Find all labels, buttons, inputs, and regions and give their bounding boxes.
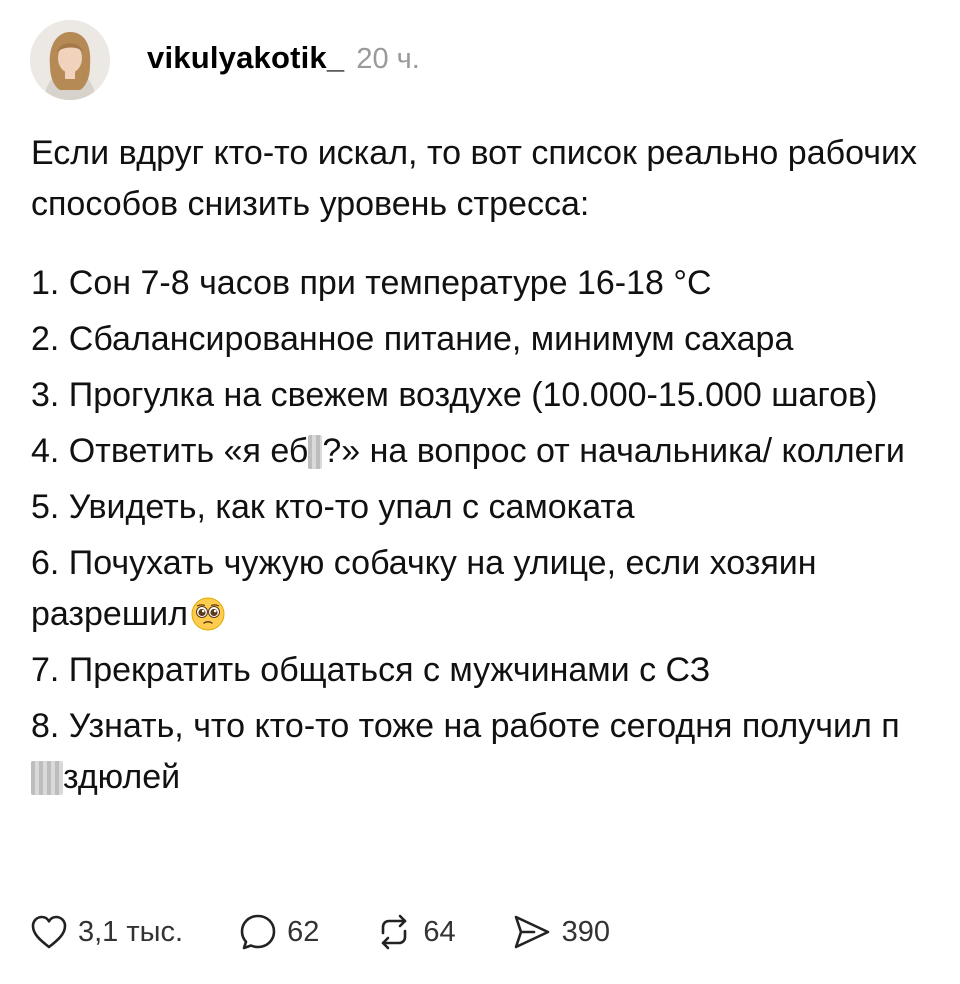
list-item: 4. Ответить «я еб ?» на вопрос от начальн… bbox=[31, 426, 931, 477]
censor-blur bbox=[31, 761, 63, 795]
list-item-text: здюлей bbox=[63, 758, 181, 796]
avatar[interactable] bbox=[30, 20, 110, 100]
list-item: 2. Сбалансированное питание, минимум сах… bbox=[31, 320, 794, 358]
repost-button[interactable]: 64 bbox=[375, 913, 456, 951]
send-icon bbox=[514, 915, 549, 949]
heart-icon bbox=[31, 915, 67, 949]
list-item: 6. Почухать чужую собачку на улице, если… bbox=[31, 538, 931, 640]
list-item-text: 6. Почухать чужую собачку на улице, если… bbox=[31, 544, 817, 633]
list-item: 3. Прогулка на свежем воздухе (10.000-15… bbox=[31, 376, 878, 414]
share-count: 390 bbox=[561, 915, 610, 948]
reply-count: 62 bbox=[287, 915, 320, 948]
list-item-text: 4. Ответить «я еб bbox=[31, 432, 309, 470]
list-item: 8. Узнать, что кто-то тоже на работе сег… bbox=[31, 701, 931, 803]
share-button[interactable]: 390 bbox=[512, 913, 610, 951]
post-card: vikulyakotik_ 20 ч. Если вдруг кто-то ис… bbox=[0, 0, 960, 984]
list-item: 1. Сон 7-8 часов при температуре 16-18 °… bbox=[31, 264, 712, 302]
post-time: 20 ч. bbox=[356, 43, 420, 75]
list-item: 5. Увидеть, как кто-то упал с самоката bbox=[31, 488, 635, 526]
post-body: Если вдруг кто-то искал, то вот список р… bbox=[31, 128, 931, 808]
post-header: vikulyakotik_ 20 ч. bbox=[147, 40, 420, 86]
username[interactable]: vikulyakotik_ bbox=[147, 40, 344, 76]
list-item-text: ?» на вопрос от начальника/ коллеги bbox=[322, 432, 905, 470]
repost-count: 64 bbox=[423, 915, 456, 948]
like-count: 3,1 тыс. bbox=[78, 915, 184, 948]
like-button[interactable]: 3,1 тыс. bbox=[30, 914, 183, 950]
pleading-face-emoji-icon bbox=[190, 596, 226, 632]
post-actions: 3,1 тыс. 62 64 390 bbox=[30, 906, 610, 958]
repost-icon bbox=[382, 914, 407, 950]
list-item-text: 8. Узнать, что кто-то тоже на работе сег… bbox=[31, 707, 900, 745]
post-intro: Если вдруг кто-то искал, то вот список р… bbox=[31, 134, 917, 223]
comment-bubble-icon bbox=[240, 914, 276, 950]
censor-blur bbox=[308, 435, 323, 469]
avatar-image bbox=[30, 20, 110, 100]
list-item: 7. Прекратить общаться с мужчинами с СЗ bbox=[31, 651, 711, 689]
reply-button[interactable]: 62 bbox=[239, 913, 319, 951]
